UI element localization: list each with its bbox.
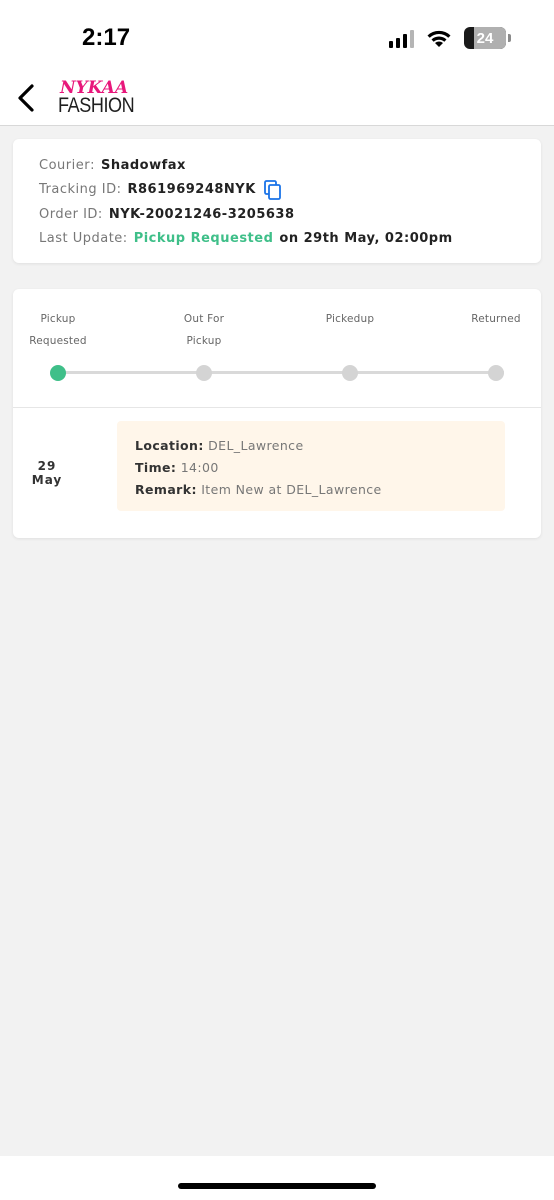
shipment-info-card: Courier: Shadowfax Tracking ID: R8619692…: [13, 139, 541, 263]
last-update-status: Pickup Requested: [133, 231, 274, 247]
battery-level-text: 24: [476, 29, 494, 47]
back-button[interactable]: [8, 78, 44, 118]
nykaa-fashion-logo[interactable]: NYKAA FASHION: [58, 78, 135, 118]
event-remark: Item New at DEL_Lawrence: [201, 482, 382, 497]
tracking-label: Tracking ID: [39, 182, 117, 198]
tracking-row: Tracking ID: R861969248NYK: [39, 178, 541, 203]
event-day: 29: [37, 459, 57, 473]
courier-label: Courier: [39, 157, 91, 173]
tracking-progress-card: Pickup Requested Out For Pickup Pickedup R…: [13, 289, 541, 538]
event-location-row: Location: DEL_Lawrence: [135, 438, 304, 453]
status-bar: 2:17 24: [0, 0, 554, 72]
step-label-out-for-pickup: Out For Pickup: [183, 313, 225, 347]
progress-line: [58, 371, 504, 374]
event-remark-row: Remark: Item New at DEL_Lawrence: [135, 482, 382, 497]
tracking-value: R861969248NYK: [127, 182, 256, 198]
tracking-event: Location: DEL_Lawrence Time: 14:00 Remar…: [117, 421, 505, 511]
copy-icon[interactable]: [263, 179, 282, 200]
event-location: DEL_Lawrence: [208, 438, 304, 453]
bottom-safe-area: [0, 1156, 554, 1200]
step-dot-pickup-requested: [50, 365, 66, 381]
step-label-pickedup: Pickedup: [325, 313, 375, 325]
battery-icon: 24: [464, 27, 511, 49]
step-label-pickup-requested: Pickup Requested: [29, 313, 87, 347]
step-dot-returned: [488, 365, 504, 381]
order-label: Order ID: [39, 206, 98, 222]
chevron-left-icon: [18, 84, 34, 112]
step-dot-out-for-pickup: [196, 365, 212, 381]
cellular-signal-icon: [389, 28, 414, 48]
home-indicator[interactable]: [178, 1183, 376, 1189]
wifi-icon: [427, 30, 451, 47]
app-header: NYKAA FASHION: [0, 72, 554, 126]
status-time: 2:17: [82, 24, 131, 51]
step-dot-pickedup: [342, 365, 358, 381]
logo-subbrand: FASHION: [58, 94, 135, 117]
status-icons: 24: [389, 26, 511, 50]
last-update-time: on 29th May, 02:00pm: [279, 231, 453, 247]
event-time: 14:00: [180, 460, 219, 475]
event-date: 29 May: [13, 459, 81, 487]
step-label-returned: Returned: [471, 313, 521, 325]
progress-tracker: Pickup Requested Out For Pickup Pickedup R…: [13, 289, 541, 407]
order-value: NYK-20021246-3205638: [108, 206, 295, 222]
event-month: May: [31, 473, 63, 487]
event-time-row: Time: 14:00: [135, 460, 219, 475]
order-row: Order ID: NYK-20021246-3205638: [39, 206, 295, 222]
courier-value: Shadowfax: [100, 157, 186, 173]
courier-row: Courier: Shadowfax: [39, 157, 186, 173]
divider: [13, 407, 541, 408]
last-update-label: Last Update: [39, 231, 123, 247]
last-update-row: Last Update: Pickup Requested on 29th Ma…: [39, 231, 453, 247]
